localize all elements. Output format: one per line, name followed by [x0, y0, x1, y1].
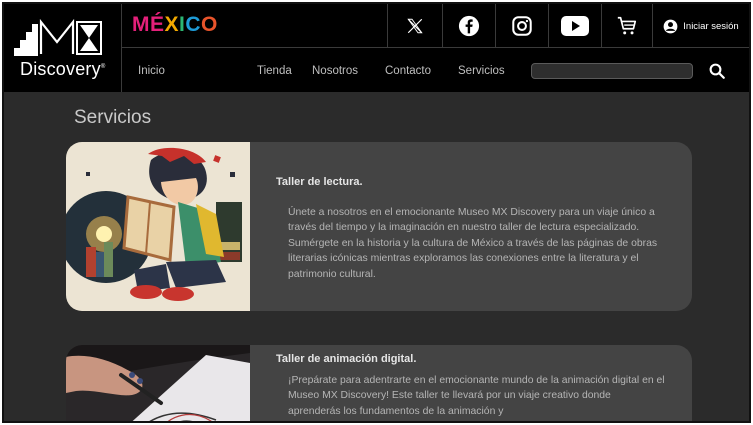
- login-label: Iniciar sesión: [683, 20, 739, 32]
- brand-letter: X: [164, 13, 180, 36]
- nav-servicios[interactable]: Servicios: [458, 65, 505, 77]
- page-title: Servicios: [74, 107, 152, 128]
- service-card-animation: Taller de animación digital. ¡Prepárate …: [66, 345, 692, 421]
- user-icon: [663, 19, 678, 33]
- reading-boy-illustration: [66, 142, 250, 311]
- facebook-icon[interactable]: [442, 4, 495, 48]
- service-title: Taller de lectura.: [276, 176, 363, 188]
- nav-inicio[interactable]: Inicio: [138, 65, 165, 77]
- animation-drawing-illustration: [66, 345, 250, 421]
- top-bar: MÉXICO Iniciar sesión: [122, 4, 749, 48]
- logo-wordmark: Discovery®: [20, 59, 106, 79]
- nav-contacto[interactable]: Contacto: [385, 65, 431, 77]
- site-header: Discovery® MÉXICO Iniciar sesión Inicio …: [4, 4, 749, 92]
- mx-logo-icon: [14, 18, 102, 56]
- nav-nosotros[interactable]: Nosotros: [312, 65, 358, 77]
- instagram-icon[interactable]: [495, 4, 548, 48]
- login-button[interactable]: Iniciar sesión: [652, 4, 749, 48]
- brand-letter: O: [201, 13, 218, 36]
- service-title: Taller de animación digital.: [276, 353, 417, 365]
- service-description: ¡Prepárate para adentrarte en el emocion…: [288, 375, 665, 417]
- brand-letter: É: [150, 13, 165, 36]
- youtube-icon[interactable]: [548, 4, 601, 48]
- mexico-brand-logo[interactable]: MÉXICO: [132, 13, 218, 37]
- brand-letter: C: [185, 13, 202, 36]
- main-nav: Inicio Tienda Nosotros Contacto Servicio…: [122, 49, 749, 92]
- search-input[interactable]: [531, 63, 693, 79]
- browser-frame: Discovery® MÉXICO Iniciar sesión Inicio …: [2, 2, 751, 423]
- cart-icon[interactable]: [601, 4, 652, 48]
- brand-letter: M: [132, 13, 150, 36]
- x-icon[interactable]: [387, 4, 442, 48]
- nav-tienda[interactable]: Tienda: [257, 65, 292, 77]
- logo[interactable]: Discovery®: [4, 4, 122, 92]
- service-card-reading: Taller de lectura. Únete a nosotros en e…: [66, 142, 692, 311]
- search-icon[interactable]: [708, 62, 726, 80]
- service-description: Únete a nosotros en el emocionante Museo…: [288, 207, 658, 280]
